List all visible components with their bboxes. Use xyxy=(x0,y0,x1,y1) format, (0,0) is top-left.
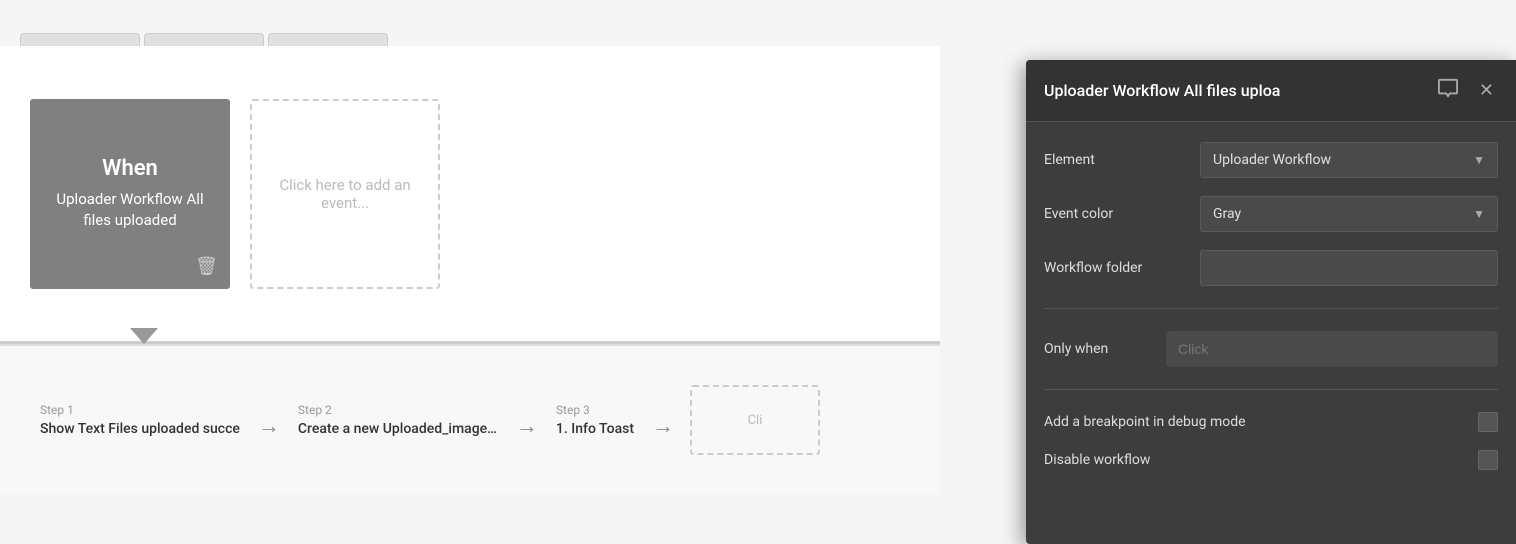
step-content-2: Step 2 Create a new Uploaded_image... xyxy=(288,403,508,437)
step-item-2[interactable]: Step 2 Create a new Uploaded_image... xyxy=(288,403,508,437)
step-content-3: Step 3 1. Info Toast xyxy=(546,403,644,437)
only-when-input[interactable] xyxy=(1166,331,1498,367)
when-subtitle: Uploader Workflow All files uploaded xyxy=(46,189,214,231)
step-title-2: Create a new Uploaded_image... xyxy=(298,421,498,437)
when-title: When xyxy=(102,156,158,181)
workflow-folder-label: Workflow folder xyxy=(1044,260,1184,276)
element-label: Element xyxy=(1044,152,1184,168)
divider-2 xyxy=(1044,389,1498,390)
add-event-label: Click here to add an event... xyxy=(268,176,422,212)
step-title-3: 1. Info Toast xyxy=(556,421,634,437)
side-panel: Uploader Workflow All files uploa ✕ Elem… xyxy=(1026,60,1516,544)
workflow-folder-field-row: Workflow folder ▼ xyxy=(1044,250,1498,286)
trash-icon[interactable]: 🗑 xyxy=(195,256,218,277)
element-select-value: Uploader Workflow xyxy=(1213,152,1331,168)
element-select[interactable]: Uploader Workflow ▼ xyxy=(1200,142,1498,178)
step-label-3: Step 3 xyxy=(556,403,634,417)
event-color-field-row: Event color Gray ▼ xyxy=(1044,196,1498,232)
workflow-folder-chevron-icon: ▼ xyxy=(1471,260,1485,277)
step-item-3[interactable]: Step 3 1. Info Toast xyxy=(546,403,644,437)
only-when-row: Only when xyxy=(1044,331,1498,367)
tab-3[interactable] xyxy=(268,33,388,46)
event-color-chevron-icon: ▼ xyxy=(1473,207,1485,221)
step-arrow-1: → xyxy=(258,413,280,439)
breakpoint-toggle-row: Add a breakpoint in debug mode xyxy=(1044,412,1498,432)
canvas-arrow xyxy=(130,328,158,344)
element-chevron-icon: ▼ xyxy=(1473,153,1485,167)
canvas-area: When Uploader Workflow All files uploade… xyxy=(0,0,1516,544)
panel-header-icons: ✕ xyxy=(1433,76,1498,105)
step-add-label: Cli xyxy=(748,413,763,428)
add-event-block[interactable]: Click here to add an event... xyxy=(250,99,440,289)
panel-body: Element Uploader Workflow ▼ Event color … xyxy=(1026,122,1516,544)
workflow-canvas: When Uploader Workflow All files uploade… xyxy=(0,46,940,344)
comment-icon-button[interactable] xyxy=(1433,76,1463,105)
divider-1 xyxy=(1044,308,1498,309)
workflow-folder-select[interactable]: ▼ xyxy=(1200,250,1498,286)
event-color-label: Event color xyxy=(1044,206,1184,222)
event-color-value: Gray xyxy=(1213,206,1241,222)
disable-label: Disable workflow xyxy=(1044,452,1150,468)
when-block[interactable]: When Uploader Workflow All files uploade… xyxy=(30,99,230,289)
step-content-1: Step 1 Show Text Files uploaded succe xyxy=(30,403,250,437)
tab-2[interactable] xyxy=(144,33,264,46)
disable-checkbox[interactable] xyxy=(1478,450,1498,470)
step-arrow-3: → xyxy=(652,413,674,439)
step-arrow-2: → xyxy=(516,413,538,439)
step-add[interactable]: Cli xyxy=(690,385,820,455)
close-panel-button[interactable]: ✕ xyxy=(1475,78,1498,103)
only-when-label: Only when xyxy=(1044,341,1154,357)
step-item-1[interactable]: Step 1 Show Text Files uploaded succe xyxy=(30,403,250,437)
panel-title: Uploader Workflow All files uploa xyxy=(1044,81,1280,100)
panel-header: Uploader Workflow All files uploa ✕ xyxy=(1026,60,1516,122)
step-label-1: Step 1 xyxy=(40,403,240,417)
steps-bar: Step 1 Show Text Files uploaded succe → … xyxy=(0,344,940,494)
breakpoint-label: Add a breakpoint in debug mode xyxy=(1044,414,1246,430)
step-label-2: Step 2 xyxy=(298,403,498,417)
tab-1[interactable] xyxy=(20,33,140,46)
disable-toggle-row: Disable workflow xyxy=(1044,450,1498,470)
event-color-select[interactable]: Gray ▼ xyxy=(1200,196,1498,232)
element-field-row: Element Uploader Workflow ▼ xyxy=(1044,142,1498,178)
step-title-1: Show Text Files uploaded succe xyxy=(40,421,240,437)
top-tabs xyxy=(0,0,940,46)
breakpoint-checkbox[interactable] xyxy=(1478,412,1498,432)
